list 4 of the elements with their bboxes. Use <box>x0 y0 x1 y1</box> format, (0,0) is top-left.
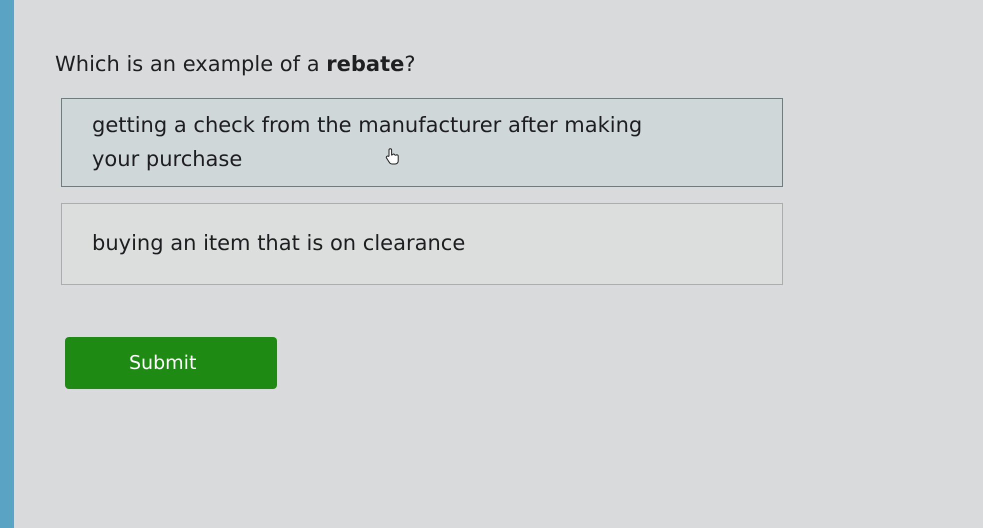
answer-option[interactable]: buying an item that is on clearance <box>61 203 783 286</box>
submit-button[interactable]: Submit <box>65 337 277 390</box>
answer-option[interactable]: getting a check from the manufacturer after making your purchase <box>61 98 783 188</box>
question-text: Which is an example of a rebate? <box>55 52 417 76</box>
